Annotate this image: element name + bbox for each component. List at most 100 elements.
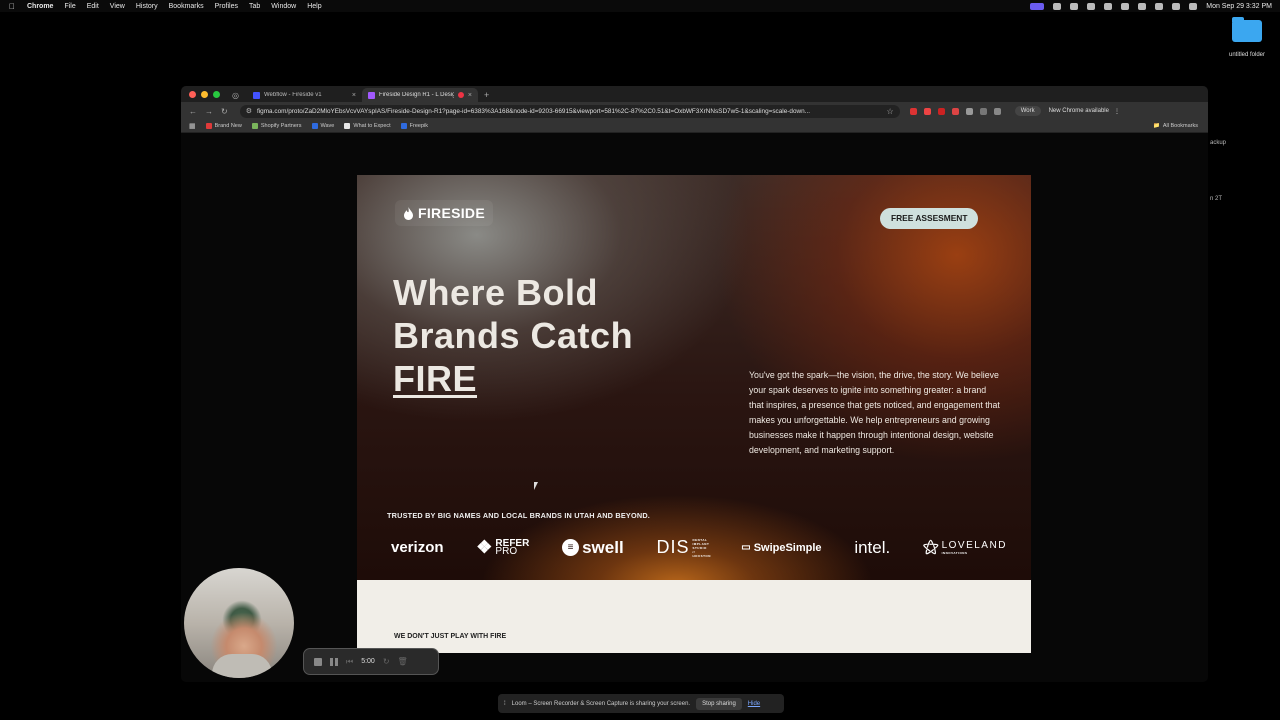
wifi-icon[interactable] bbox=[1155, 2, 1164, 10]
bookmark-label: Shopify Partners bbox=[260, 123, 302, 129]
site-info-icon[interactable]: ⚙ bbox=[246, 107, 252, 115]
restart-icon[interactable]: ⏮ bbox=[346, 657, 353, 667]
hero-section: FIRESIDE FREE ASSESMENT Where Bold Brand… bbox=[357, 175, 1031, 580]
close-window-button[interactable] bbox=[189, 90, 196, 98]
all-bookmarks-button[interactable]: 📁 All Bookmarks bbox=[1153, 123, 1198, 129]
status-icon[interactable] bbox=[1104, 2, 1113, 10]
profile-chip[interactable]: Work bbox=[1014, 106, 1041, 116]
drag-handle-icon[interactable]: ⁞ bbox=[504, 701, 506, 707]
battery-icon[interactable] bbox=[1138, 2, 1147, 10]
pause-icon[interactable] bbox=[330, 657, 338, 666]
extension-icon[interactable] bbox=[965, 107, 973, 115]
bookmark-brand-new[interactable]: Brand New bbox=[205, 123, 242, 129]
bookmark-label: Brand New bbox=[214, 123, 242, 129]
verizon-logo: verizon bbox=[391, 539, 444, 556]
menu-help[interactable]: Help bbox=[307, 3, 321, 10]
webflow-favicon-icon bbox=[252, 91, 260, 99]
zoom-window-button[interactable] bbox=[213, 90, 220, 98]
camera-person bbox=[212, 654, 272, 678]
apps-grid-icon[interactable]: ▦ bbox=[189, 122, 196, 130]
new-tab-button[interactable]: + bbox=[484, 88, 489, 102]
bookmark-star-icon[interactable]: ☆ bbox=[887, 107, 894, 116]
tab-title: Webflow - Fireside v1 bbox=[263, 92, 322, 98]
headline-highlight: FIRE bbox=[393, 358, 478, 399]
bookmark-wave[interactable]: Wave bbox=[311, 123, 335, 129]
redo-icon[interactable]: ↻ bbox=[383, 657, 390, 666]
screen-sharing-banner: ⁞ Loom – Screen Recorder & Screen Captur… bbox=[498, 694, 784, 713]
status-icon[interactable] bbox=[1121, 2, 1130, 10]
close-tab-icon[interactable]: × bbox=[352, 92, 356, 99]
url-text[interactable]: figma.com/proto/ZaD2MloYEbsVcvVAYspIAS/F… bbox=[257, 108, 882, 115]
referpro-logo: ❖ REFER PRO bbox=[476, 537, 529, 558]
loveland-logo: ⚝ LOVELAND INNOVATIONS bbox=[923, 539, 1007, 557]
loom-badge-icon[interactable] bbox=[184, 658, 198, 672]
bookmark-shopify-partners[interactable]: Shopify Partners bbox=[251, 123, 302, 129]
back-icon[interactable]: ← bbox=[189, 107, 197, 116]
menu-file[interactable]: File bbox=[64, 3, 75, 10]
tab-figma[interactable]: Fireside Design R1 - L Design × bbox=[361, 88, 478, 102]
status-icon[interactable] bbox=[1070, 2, 1079, 10]
tab-search-icon[interactable]: ◎ bbox=[232, 91, 239, 100]
section-kicker: WE DON'T JUST PLAY WITH FIRE bbox=[394, 633, 507, 640]
free-assessment-button[interactable]: FREE ASSESMENT bbox=[880, 208, 979, 229]
desktop-item-label[interactable]: n 2T bbox=[1210, 196, 1222, 202]
brand-logo-row: verizon ❖ REFER PRO ≡ swell DIS DENTAL I… bbox=[391, 537, 1007, 558]
search-icon[interactable] bbox=[1172, 2, 1181, 10]
bookmark-favicon-icon bbox=[344, 123, 351, 129]
hero-description: You've got the spark—the vision, the dri… bbox=[749, 370, 1000, 455]
loveland-subtitle: INNOVATIONS bbox=[941, 551, 968, 555]
minimize-window-button[interactable] bbox=[201, 90, 208, 98]
menu-window[interactable]: Window bbox=[271, 3, 296, 10]
loom-camera-bubble[interactable] bbox=[184, 568, 294, 678]
swell-mark-icon: ≡ bbox=[562, 539, 580, 556]
window-controls bbox=[181, 86, 228, 102]
swipesimple-mark-icon: ▭ bbox=[741, 542, 751, 553]
bookmark-favicon-icon bbox=[251, 123, 258, 129]
extension-icon[interactable] bbox=[937, 107, 945, 115]
status-icon[interactable] bbox=[1087, 2, 1096, 10]
delete-icon[interactable]: 🗑 bbox=[398, 657, 408, 666]
more-menu-icon[interactable]: ⋮ bbox=[1114, 108, 1120, 115]
update-chip[interactable]: New Chrome available bbox=[1049, 108, 1109, 114]
status-area: Mon Sep 29 3:32 PM bbox=[1030, 0, 1272, 12]
desktop-folder-icon[interactable] bbox=[1232, 17, 1262, 44]
swell-word: swell bbox=[582, 537, 624, 557]
extension-icon[interactable] bbox=[951, 107, 959, 115]
stop-sharing-button[interactable]: Stop sharing bbox=[696, 697, 742, 710]
puzzle-icon[interactable] bbox=[979, 107, 987, 115]
intel-logo: intel. bbox=[854, 537, 891, 557]
control-center-icon[interactable] bbox=[1189, 2, 1198, 10]
bookmark-what-to-expect[interactable]: What to Expect bbox=[344, 123, 391, 129]
desktop-folder-label[interactable]: untitled folder bbox=[1218, 52, 1276, 58]
bookmark-freepik[interactable]: Freepik bbox=[400, 123, 428, 129]
nav-buttons: ← → ↻ bbox=[181, 107, 236, 116]
status-icon[interactable] bbox=[1053, 2, 1062, 10]
referpro-word: PRO bbox=[495, 545, 518, 557]
menu-app-name[interactable]: Chrome bbox=[27, 3, 53, 10]
tab-webflow[interactable]: Webflow - Fireside v1 × bbox=[247, 88, 362, 102]
close-tab-icon[interactable]: × bbox=[468, 92, 472, 99]
dis-logo: DIS DENTAL IMPLANT STUDIO // HOUSTON bbox=[656, 537, 710, 558]
address-bar[interactable]: ⚙ figma.com/proto/ZaD2MloYEbsVcvVAYspIAS… bbox=[239, 104, 900, 118]
menu-profiles[interactable]: Profiles bbox=[215, 3, 238, 10]
forward-icon[interactable]: → bbox=[205, 107, 213, 116]
menu-history[interactable]: History bbox=[136, 3, 158, 10]
menu-tab[interactable]: Tab bbox=[249, 3, 260, 10]
apple-icon[interactable]:  bbox=[9, 2, 15, 11]
screen-record-icon[interactable] bbox=[1030, 2, 1045, 10]
reload-icon[interactable]: ↻ bbox=[221, 107, 228, 116]
recording-indicator-icon bbox=[457, 92, 464, 98]
site-logo[interactable]: FIRESIDE bbox=[395, 200, 493, 226]
stop-recording-icon[interactable] bbox=[314, 657, 322, 666]
hide-button[interactable]: Hide bbox=[748, 701, 760, 707]
bookmark-favicon-icon bbox=[205, 123, 212, 129]
desktop-item-label[interactable]: ackup bbox=[1210, 140, 1226, 146]
menu-view[interactable]: View bbox=[110, 3, 125, 10]
extension-icon[interactable] bbox=[923, 107, 931, 115]
menu-edit[interactable]: Edit bbox=[87, 3, 99, 10]
menu-clock[interactable]: Mon Sep 29 3:32 PM bbox=[1206, 3, 1272, 10]
side-panel-icon[interactable] bbox=[993, 107, 1001, 115]
menu-bookmarks[interactable]: Bookmarks bbox=[169, 3, 204, 10]
bookmark-label: Wave bbox=[320, 123, 335, 129]
extension-icon[interactable] bbox=[909, 107, 917, 115]
